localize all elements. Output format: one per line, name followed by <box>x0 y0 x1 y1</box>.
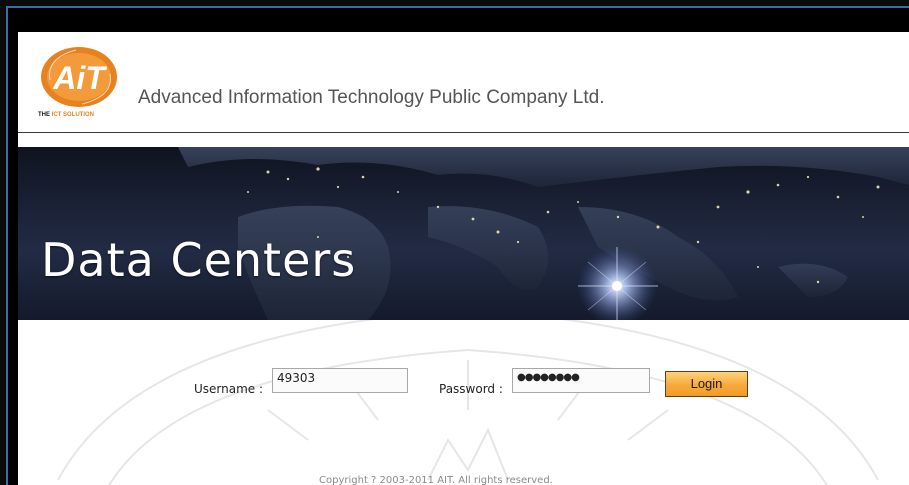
login-page: AiT THE ICT SOLUTION Advanced Informatio… <box>18 32 909 485</box>
username-input[interactable]: 49303 <box>272 368 408 393</box>
browser-frame: AiT THE ICT SOLUTION Advanced Informatio… <box>6 6 909 485</box>
username-label: Username : <box>194 382 264 396</box>
window-left-edge <box>8 32 18 485</box>
window-titlebar <box>8 8 909 32</box>
password-label: Password : <box>439 382 503 396</box>
watermark-seal-icon <box>57 320 879 485</box>
header-divider <box>18 132 909 133</box>
svg-text:AiT: AiT <box>52 60 107 96</box>
company-name: Advanced Information Technology Public C… <box>138 87 605 108</box>
banner-title: Data Centers <box>41 233 357 287</box>
login-button[interactable]: Login <box>665 371 748 397</box>
logo-tagline: THE ICT SOLUTION <box>38 112 95 118</box>
password-input[interactable]: ●●●●●●●● <box>512 368 650 393</box>
company-logo: AiT THE ICT SOLUTION <box>36 44 128 124</box>
copyright-text: Copyright ? 2003-2011 AIT. All rights re… <box>319 475 553 485</box>
ait-logo-icon: AiT <box>41 47 117 107</box>
data-centers-banner: Data Centers <box>18 147 909 320</box>
